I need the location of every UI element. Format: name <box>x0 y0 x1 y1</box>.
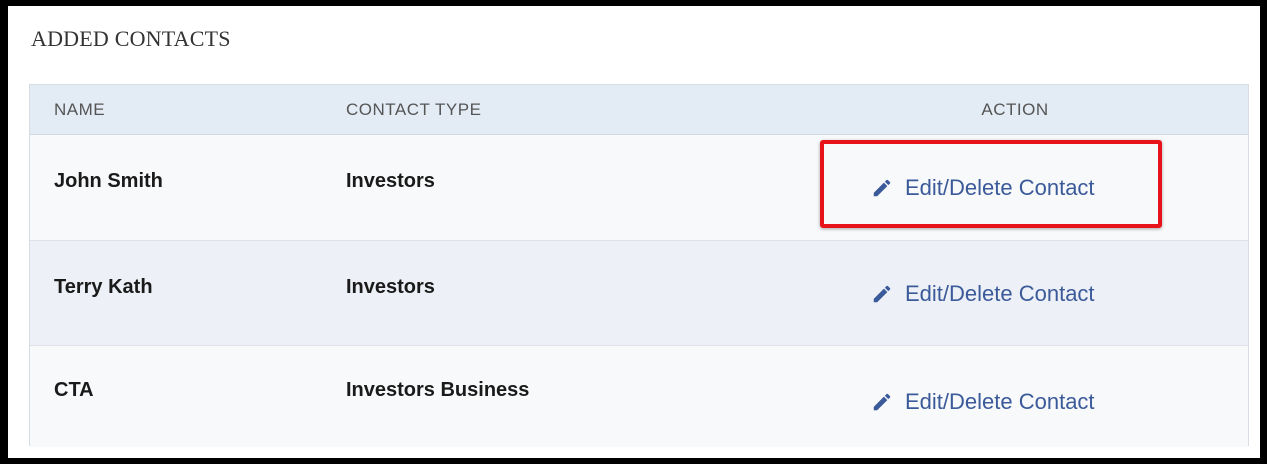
contact-type: Investors Business <box>346 379 530 401</box>
edit-delete-contact-link[interactable]: Edit/Delete Contact <box>871 281 1095 307</box>
pencil-icon <box>873 393 891 411</box>
edit-delete-contact-label: Edit/Delete Contact <box>905 175 1095 200</box>
section-title: ADDED CONTACTS <box>31 26 231 51</box>
contact-name: Terry Kath <box>54 275 153 298</box>
table-row: Terry Kath Investors Edit/Delete Contact <box>30 240 1248 345</box>
pencil-icon <box>873 285 891 303</box>
contacts-table: NAME CONTACT TYPE ACTION John Smith Inve… <box>29 84 1249 447</box>
table-header-row: NAME CONTACT TYPE ACTION <box>30 85 1248 135</box>
table-row: John Smith Investors Edit/Delete Contact <box>30 135 1248 240</box>
contact-type: Investors <box>346 275 435 298</box>
edit-delete-contact-link[interactable]: Edit/Delete Contact <box>871 175 1095 201</box>
added-contacts-panel: ADDED CONTACTS NAME CONTACT TYPE ACTION … <box>8 6 1260 458</box>
edit-delete-contact-link[interactable]: Edit/Delete Contact <box>871 389 1095 415</box>
header-name: NAME <box>54 99 106 119</box>
contact-name: CTA <box>54 379 94 401</box>
header-contact-type: CONTACT TYPE <box>346 99 482 119</box>
table-row: CTA Investors Business Edit/Delete Conta… <box>30 345 1248 447</box>
pencil-icon <box>873 179 891 197</box>
contact-name: John Smith <box>54 170 163 192</box>
contact-type: Investors <box>346 170 435 192</box>
edit-delete-contact-label: Edit/Delete Contact <box>905 281 1095 306</box>
edit-delete-contact-label: Edit/Delete Contact <box>905 389 1095 414</box>
header-action: ACTION <box>981 99 1049 119</box>
